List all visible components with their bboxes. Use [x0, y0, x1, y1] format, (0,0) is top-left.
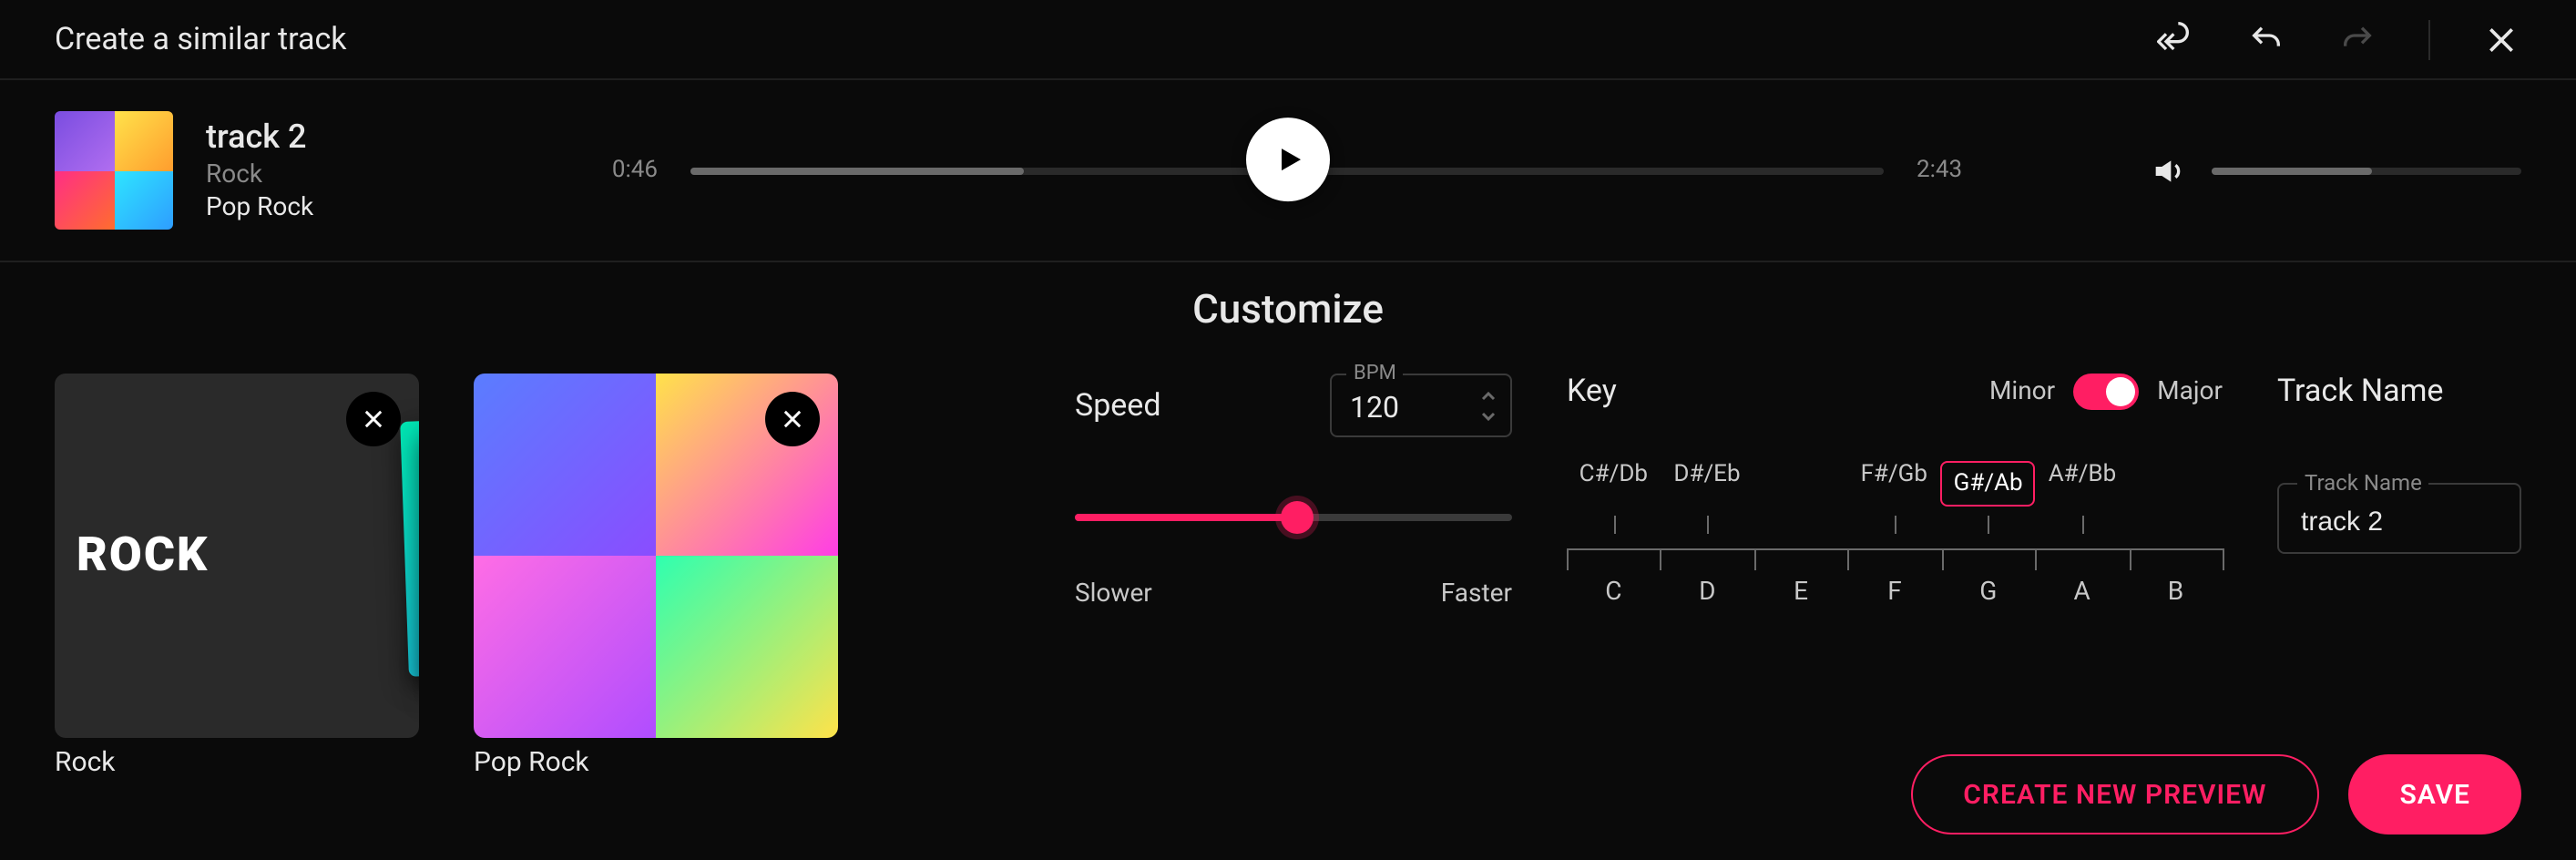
bpm-input[interactable]: BPM 120: [1330, 374, 1512, 437]
duration: 2:43: [1917, 157, 2008, 184]
close-button[interactable]: [2481, 19, 2521, 59]
key-label: Key: [1567, 374, 1617, 410]
major-label: Major: [2157, 377, 2223, 406]
speed-slower-label: Slower: [1075, 579, 1152, 609]
key-sharp-option[interactable]: A#/Bb: [2036, 461, 2130, 507]
progress-bar[interactable]: [690, 128, 1884, 212]
header-actions: [2155, 19, 2521, 59]
customize-heading: Customize: [55, 288, 2521, 333]
volume-icon[interactable]: [2150, 152, 2186, 189]
speed-slider[interactable]: [1075, 499, 1512, 536]
header-bar: Create a similar track: [0, 0, 2576, 80]
style-tile-label: Pop Rock: [474, 745, 838, 778]
style-tile-image: ROCK: [55, 374, 419, 738]
key-natural-option[interactable]: E: [1754, 578, 1848, 607]
save-button[interactable]: SAVE: [2348, 754, 2521, 834]
play-button[interactable]: [1245, 117, 1329, 200]
speed-panel: Speed BPM 120 Slower: [1075, 374, 1512, 609]
track-name-field-label: Track Name: [2297, 470, 2429, 496]
speed-faster-label: Faster: [1441, 579, 1512, 609]
bpm-value: 120: [1350, 390, 1399, 425]
key-natural-option[interactable]: B: [2129, 578, 2223, 607]
track-subgenre: Pop Rock: [206, 193, 534, 222]
style-tiles: ROCK Rock: [55, 374, 1020, 778]
style-tile-rock: ROCK Rock: [55, 374, 419, 778]
style-tile-image: [474, 374, 838, 738]
key-picker[interactable]: C#/DbD#/Eb F#/GbG#/AbA#/Bb CDEFGAB: [1567, 461, 2223, 607]
key-sharp-option[interactable]: G#/Ab: [1941, 461, 2036, 507]
mode-toggle[interactable]: [2073, 374, 2139, 410]
remove-style-button[interactable]: [346, 392, 401, 446]
volume-slider[interactable]: [2212, 167, 2521, 174]
separator: [2428, 19, 2430, 59]
bpm-step-up[interactable]: [1474, 385, 1503, 404]
volume-control: [2150, 152, 2521, 189]
key-natural-option[interactable]: G: [1941, 578, 2035, 607]
key-sharp-option: [1753, 461, 1847, 507]
remove-style-button[interactable]: [765, 392, 820, 446]
style-tile-label: Rock: [55, 745, 419, 778]
key-sharp-option[interactable]: F#/Gb: [1847, 461, 1941, 507]
undo-button[interactable]: [2246, 19, 2286, 59]
track-name-field[interactable]: Track Name: [2277, 483, 2521, 554]
page-title: Create a similar track: [55, 21, 347, 57]
key-panel: Key Minor Major C#/DbD#/Eb F#/GbG#/AbA#/B…: [1567, 374, 2223, 607]
bpm-step-down[interactable]: [1474, 407, 1503, 425]
customize-section: Customize ROCK Rock: [0, 262, 2576, 778]
create-preview-button[interactable]: CREATE NEW PREVIEW: [1910, 754, 2319, 834]
key-sharp-option[interactable]: D#/Eb: [1661, 461, 1754, 507]
track-thumbnail: [55, 111, 173, 230]
key-natural-option[interactable]: A: [2035, 578, 2129, 607]
key-sharp-option[interactable]: C#/Db: [1567, 461, 1661, 507]
style-tile-poprock: Pop Rock: [474, 374, 838, 778]
key-sharp-option: [2129, 461, 2223, 507]
key-natural-option[interactable]: C: [1567, 578, 1661, 607]
key-mode-switch: Minor Major: [1989, 374, 2223, 410]
key-natural-option[interactable]: D: [1661, 578, 1754, 607]
speed-label: Speed: [1075, 387, 1161, 424]
bpm-field-label: BPM: [1346, 361, 1404, 384]
rock-label-graphic: ROCK: [77, 528, 209, 583]
track-name: track 2: [206, 118, 534, 157]
footer-actions: CREATE NEW PREVIEW SAVE: [1910, 754, 2521, 834]
current-time: 0:46: [567, 157, 658, 184]
undo-all-button[interactable]: [2155, 19, 2195, 59]
track-genre: Rock: [206, 160, 534, 189]
minor-label: Minor: [1989, 377, 2055, 406]
track-name-heading: Track Name: [2277, 374, 2521, 410]
key-natural-option[interactable]: F: [1848, 578, 1942, 607]
track-name-input[interactable]: [2301, 507, 2498, 538]
track-name-panel: Track Name Track Name: [2277, 374, 2521, 554]
redo-button[interactable]: [2337, 19, 2377, 59]
track-preview: track 2 Rock Pop Rock 0:46 2:43: [0, 80, 2576, 262]
track-meta: track 2 Rock Pop Rock: [206, 118, 534, 222]
